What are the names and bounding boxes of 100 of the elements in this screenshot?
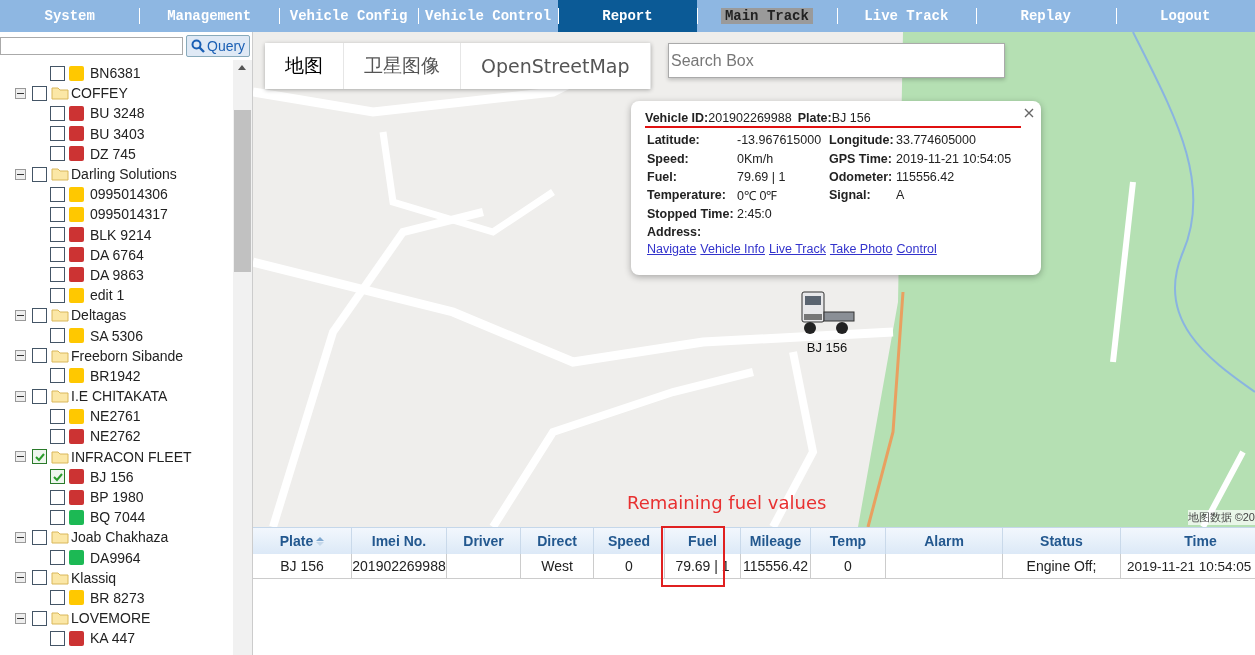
checkbox[interactable] (32, 307, 47, 323)
vehicle-label[interactable]: SA 5306 (90, 327, 143, 344)
checkbox[interactable] (32, 166, 47, 182)
checkbox[interactable] (50, 247, 65, 263)
checkbox[interactable] (50, 509, 65, 525)
group-label[interactable]: I.E CHITAKATA (71, 388, 168, 405)
link[interactable]: Vehicle Info (700, 242, 765, 257)
vehicle-label[interactable]: BU 3403 (90, 125, 145, 142)
vehicle-label[interactable]: DA 9863 (90, 266, 144, 283)
checkbox[interactable] (50, 146, 65, 162)
collapse-toggle[interactable] (15, 531, 26, 543)
vehicle-label[interactable]: DA 6764 (90, 246, 144, 263)
collapse-toggle[interactable] (15, 451, 26, 463)
checkbox[interactable] (50, 105, 65, 121)
search-field[interactable]: Search Box (668, 43, 1005, 78)
vehicle-label[interactable]: BN6381 (90, 65, 141, 82)
vehicle-label[interactable]: BP 1980 (90, 489, 144, 506)
checkbox[interactable] (50, 408, 65, 424)
link[interactable]: Live Track (769, 242, 826, 257)
checkbox[interactable] (32, 570, 47, 586)
column-header[interactable]: Imei No. (352, 528, 447, 554)
checkbox[interactable] (50, 287, 65, 303)
close-icon[interactable] (1024, 108, 1034, 118)
folder-icon (51, 389, 69, 404)
collapse-toggle[interactable] (15, 350, 26, 362)
checkbox[interactable] (50, 328, 65, 344)
map-attribution: 地图数据 ©20 (1187, 510, 1255, 525)
field-label: Fuel: (647, 169, 678, 184)
checkbox[interactable] (50, 368, 65, 384)
search-icon (191, 39, 205, 53)
group-label[interactable]: Freeborn Sibande (71, 347, 184, 364)
vehicle-label[interactable]: DZ 745 (90, 145, 136, 162)
column-header[interactable]: Temp (811, 528, 886, 554)
vehicle-label[interactable]: BQ 7044 (90, 509, 146, 526)
column-header[interactable]: Alarm (886, 528, 1003, 554)
column-header[interactable]: Plate (253, 528, 352, 554)
checkbox[interactable] (50, 489, 65, 505)
collapse-toggle[interactable] (15, 309, 26, 321)
checkbox[interactable] (50, 126, 65, 142)
collapse-toggle[interactable] (15, 87, 26, 99)
column-header[interactable]: Mileage (741, 528, 811, 554)
group-label[interactable]: Darling Solutions (71, 166, 177, 183)
column-header[interactable]: Direct (521, 528, 594, 554)
collapse-toggle[interactable] (15, 390, 26, 402)
checkbox[interactable] (32, 610, 47, 626)
collapse-toggle[interactable] (15, 168, 26, 180)
checkbox[interactable] (32, 85, 47, 101)
checkbox[interactable] (50, 630, 65, 646)
field-value: 2:45:0 (737, 206, 773, 221)
nav-tab[interactable]: Main Track (697, 0, 837, 32)
vehicle-label[interactable]: BR 8273 (90, 589, 145, 606)
field-value: 79.69 | 1 (737, 169, 787, 184)
checkbox[interactable] (50, 267, 65, 283)
vehicle-label[interactable]: 0995014306 (90, 186, 168, 203)
nav-tab[interactable]: Report (557, 0, 698, 32)
vehicle-label[interactable]: BU 3248 (90, 105, 145, 122)
checkbox[interactable] (50, 550, 65, 566)
vehicle-label[interactable]: BR1942 (90, 367, 141, 384)
column-header[interactable]: Speed (594, 528, 665, 554)
group-label[interactable]: LOVEMORE (71, 610, 151, 627)
vehicle-label[interactable]: BJ 156 (90, 468, 134, 485)
checkbox[interactable] (50, 469, 65, 485)
column-header[interactable]: Driver (447, 528, 521, 554)
column-header[interactable]: Time (1121, 528, 1255, 554)
vehicle-label[interactable]: NE2762 (90, 428, 141, 445)
checkbox[interactable] (32, 388, 47, 404)
vehicle-label[interactable]: NE2761 (90, 408, 141, 425)
group-label[interactable]: Klassiq (71, 569, 117, 586)
checkbox[interactable] (32, 449, 47, 465)
checkbox[interactable] (50, 206, 65, 222)
checkbox[interactable] (50, 428, 65, 444)
map-type-tab[interactable]: OpenStreetMap (461, 43, 651, 89)
link[interactable]: Control (896, 242, 937, 257)
link[interactable]: Navigate (647, 242, 697, 257)
group-label[interactable]: Joab Chakhaza (71, 529, 169, 546)
vehicle-label[interactable]: DA9964 (90, 549, 141, 566)
link[interactable]: Take Photo (829, 242, 893, 257)
folder-icon (51, 86, 69, 101)
group-label[interactable]: COFFEY (71, 85, 128, 102)
search-field[interactable] (0, 37, 183, 55)
scrollbar[interactable] (233, 60, 252, 655)
checkbox[interactable] (50, 65, 65, 81)
column-header[interactable]: Status (1003, 528, 1121, 554)
checkbox[interactable] (32, 529, 47, 545)
collapse-toggle[interactable] (15, 572, 26, 584)
query-button[interactable]: Query (186, 35, 251, 57)
group-label[interactable]: Deltagas (71, 307, 127, 324)
map-type-tab[interactable]: 卫星图像 (344, 43, 461, 89)
collapse-toggle[interactable] (15, 612, 26, 624)
map-type-tab[interactable]: 地图 (265, 43, 344, 89)
checkbox[interactable] (32, 348, 47, 364)
vehicle-label[interactable]: KA 447 (90, 630, 136, 647)
vehicle-label[interactable]: 0995014317 (90, 206, 168, 223)
checkbox[interactable] (50, 590, 65, 606)
vehicle-label[interactable]: edit 1 (90, 287, 125, 304)
column-header[interactable]: Fuel (665, 528, 741, 554)
vehicle-label[interactable]: BLK 9214 (90, 226, 152, 243)
checkbox[interactable] (50, 227, 65, 243)
group-label[interactable]: INFRACON FLEET (71, 448, 192, 465)
checkbox[interactable] (50, 186, 65, 202)
